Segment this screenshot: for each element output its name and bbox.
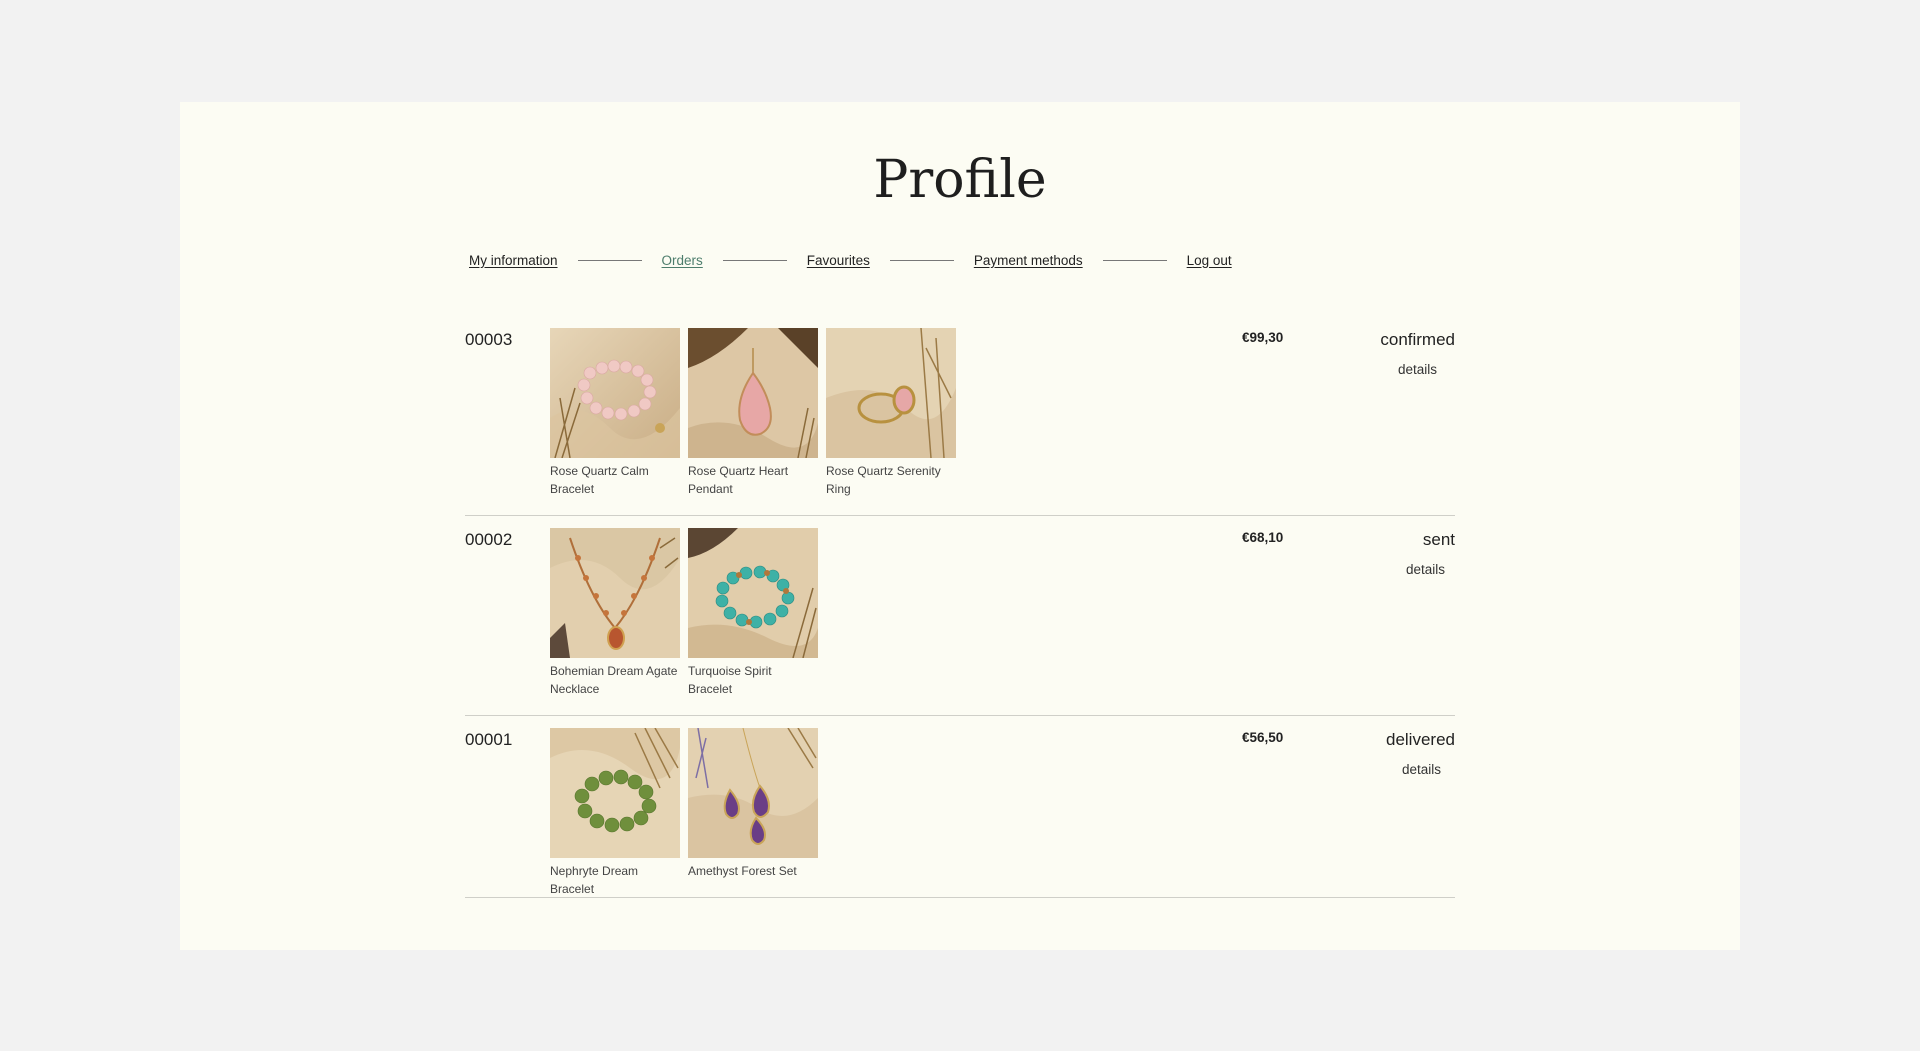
order-item: Rose Quartz Heart Pendant bbox=[688, 328, 818, 498]
order-details-link[interactable]: details bbox=[1402, 762, 1441, 777]
order-price: €99,30 bbox=[1242, 330, 1284, 345]
orders-list: 00003 Rose Quartz Calm Bracelet Rose Qua… bbox=[465, 316, 1455, 898]
turquoise-bracelet-image[interactable] bbox=[688, 528, 818, 658]
order-items: Nephryte Dream Bracelet Amethyst Forest … bbox=[550, 728, 818, 898]
rose-quartz-bracelet-image[interactable] bbox=[550, 328, 680, 458]
item-name: Rose Quartz Calm Bracelet bbox=[550, 464, 649, 496]
nav-favourites[interactable]: Favourites bbox=[807, 253, 870, 268]
item-name: Bohemian Dream Agate Necklace bbox=[550, 664, 678, 696]
order-price: €68,10 bbox=[1242, 530, 1284, 545]
order-row: 00001 Nephryte Dream Bracelet Amethyst F… bbox=[465, 716, 1455, 898]
order-item: Amethyst Forest Set bbox=[688, 728, 818, 898]
order-status: sent bbox=[1422, 530, 1455, 549]
agate-necklace-image[interactable] bbox=[550, 528, 680, 658]
order-id: 00002 bbox=[465, 530, 513, 549]
order-row: 00003 Rose Quartz Calm Bracelet Rose Qua… bbox=[465, 316, 1455, 516]
order-item: Bohemian Dream Agate Necklace bbox=[550, 528, 680, 698]
page-title: Profile bbox=[873, 150, 1047, 210]
order-details-link[interactable]: details bbox=[1398, 362, 1437, 377]
nephrite-bracelet-image[interactable] bbox=[550, 728, 680, 858]
nav-log-out[interactable]: Log out bbox=[1187, 253, 1232, 268]
rose-quartz-ring-image[interactable] bbox=[826, 328, 956, 458]
order-items: Rose Quartz Calm Bracelet Rose Quartz He… bbox=[550, 328, 956, 498]
order-price: €56,50 bbox=[1242, 730, 1284, 745]
nav-divider bbox=[722, 259, 787, 261]
item-name: Turquoise Spirit Bracelet bbox=[688, 664, 772, 696]
profile-panel: Profile My information Orders Favourites… bbox=[180, 102, 1740, 950]
nav-divider bbox=[889, 259, 954, 261]
order-status: delivered bbox=[1386, 730, 1455, 749]
order-row: 00002 Bohemian Dream Agate Necklace Turq… bbox=[465, 516, 1455, 716]
order-item: Turquoise Spirit Bracelet bbox=[688, 528, 818, 698]
item-name: Nephryte Dream Bracelet bbox=[550, 864, 639, 896]
nav-my-information[interactable]: My information bbox=[469, 253, 558, 268]
order-items: Bohemian Dream Agate Necklace Turquoise … bbox=[550, 528, 818, 698]
item-name: Rose Quartz Heart Pendant bbox=[688, 464, 789, 496]
nav-divider bbox=[1102, 259, 1167, 261]
order-id: 00001 bbox=[465, 730, 513, 749]
order-id: 00003 bbox=[465, 330, 513, 349]
order-item: Nephryte Dream Bracelet bbox=[550, 728, 680, 898]
nav-orders[interactable]: Orders bbox=[662, 253, 703, 268]
order-status: confirmed bbox=[1380, 330, 1455, 349]
item-name: Amethyst Forest Set bbox=[688, 864, 797, 878]
profile-nav: My information Orders Favourites Payment… bbox=[469, 250, 1232, 270]
rose-quartz-pendant-image[interactable] bbox=[688, 328, 818, 458]
order-item: Rose Quartz Calm Bracelet bbox=[550, 328, 680, 498]
order-details-link[interactable]: details bbox=[1406, 562, 1445, 577]
amethyst-set-image[interactable] bbox=[688, 728, 818, 858]
nav-divider bbox=[577, 259, 642, 261]
order-item: Rose Quartz Serenity Ring bbox=[826, 328, 956, 498]
item-name: Rose Quartz Serenity Ring bbox=[826, 464, 941, 496]
nav-payment-methods[interactable]: Payment methods bbox=[974, 253, 1083, 268]
